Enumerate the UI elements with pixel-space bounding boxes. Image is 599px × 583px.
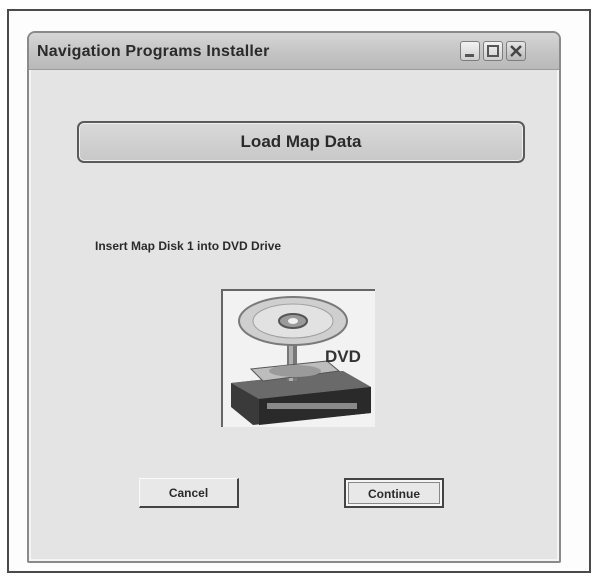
window-title: Navigation Programs Installer (37, 43, 270, 60)
maximize-button[interactable] (483, 41, 503, 61)
close-button[interactable] (506, 41, 526, 61)
title-bar[interactable]: Navigation Programs Installer (29, 33, 559, 70)
header-title: Load Map Data (240, 132, 362, 151)
installer-window: Navigation Programs Installer Load Map D… (27, 31, 561, 563)
continue-button[interactable]: Continue (344, 478, 444, 508)
instruction-text: Insert Map Disk 1 into DVD Drive (95, 239, 282, 253)
close-icon (510, 45, 522, 57)
maximize-icon (487, 45, 499, 57)
header-banner: Load Map Data (77, 121, 525, 163)
dvd-drive-image: DVD (221, 289, 375, 427)
minimize-icon (465, 54, 474, 57)
dvd-label: DVD (325, 347, 361, 366)
cancel-button[interactable]: Cancel (139, 478, 239, 508)
minimize-button[interactable] (460, 41, 480, 61)
